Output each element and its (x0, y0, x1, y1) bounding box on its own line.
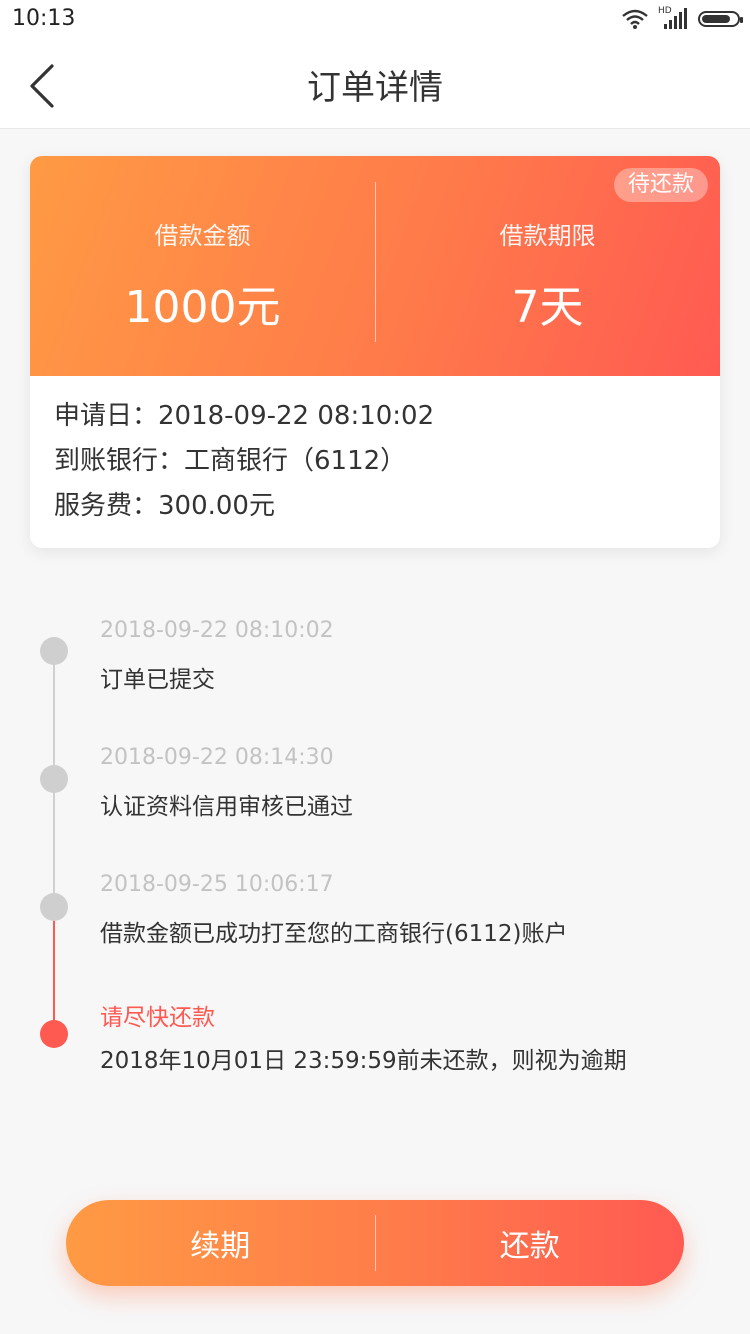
loan-amount-value: 1000元 (124, 282, 281, 333)
repay-reminder: 请尽快还款 (100, 1005, 215, 1031)
order-card: 待还款 借款金额 1000元 借款期限 7天 申请日：2018-09-22 08… (30, 156, 720, 548)
timeline-time-2: 2018-09-22 08:14:30 (100, 745, 334, 770)
repay-button[interactable]: 还款 (376, 1200, 685, 1286)
status-time: 10:13 (12, 6, 76, 31)
loan-amount-label: 借款金额 (154, 222, 251, 250)
nav-bar: 订单详情 (0, 40, 750, 129)
loan-amount-block: 借款金额 1000元 (30, 216, 375, 335)
receiving-bank: 到账银行：工商银行（6112） (54, 446, 407, 476)
timeline-dot-3 (40, 893, 68, 921)
timeline-text-2: 认证资料信用审核已通过 (100, 794, 353, 820)
loan-term-label: 借款期限 (499, 222, 596, 250)
timeline-line-pending (53, 908, 55, 1034)
wifi-icon (622, 9, 648, 29)
timeline-time-3: 2018-09-25 10:06:17 (100, 872, 334, 897)
status-icons: HD (622, 6, 743, 30)
order-details: 申请日：2018-09-22 08:10:02 到账银行：工商银行（6112） … (54, 394, 434, 529)
status-badge: 待还款 (613, 168, 708, 202)
signal-icon: HD (658, 6, 688, 30)
timeline-dot-1 (40, 637, 68, 665)
order-summary-banner: 待还款 借款金额 1000元 借款期限 7天 (30, 156, 720, 376)
timeline-dot-2 (40, 765, 68, 793)
timeline-text-3: 借款金额已成功打至您的工商银行(6112)账户 (100, 921, 568, 947)
renew-button[interactable]: 续期 (66, 1200, 375, 1286)
overdue-notice: 2018年10月01日 23:59:59前未还款，则视为逾期 (100, 1048, 627, 1074)
apply-date: 申请日：2018-09-22 08:10:02 (54, 401, 435, 431)
timeline-dot-4 (40, 1020, 68, 1048)
loan-term-value: 7天 (511, 282, 584, 333)
status-bar: 10:13 HD (0, 0, 750, 40)
loan-term-block: 借款期限 7天 (375, 216, 720, 335)
timeline-text-1: 订单已提交 (100, 667, 215, 693)
battery-icon (698, 11, 743, 27)
action-bar: 续期 还款 (66, 1200, 684, 1286)
timeline-time-1: 2018-09-22 08:10:02 (100, 618, 334, 643)
service-fee: 服务费：300.00元 (54, 491, 275, 521)
page-title: 订单详情 (307, 68, 443, 108)
